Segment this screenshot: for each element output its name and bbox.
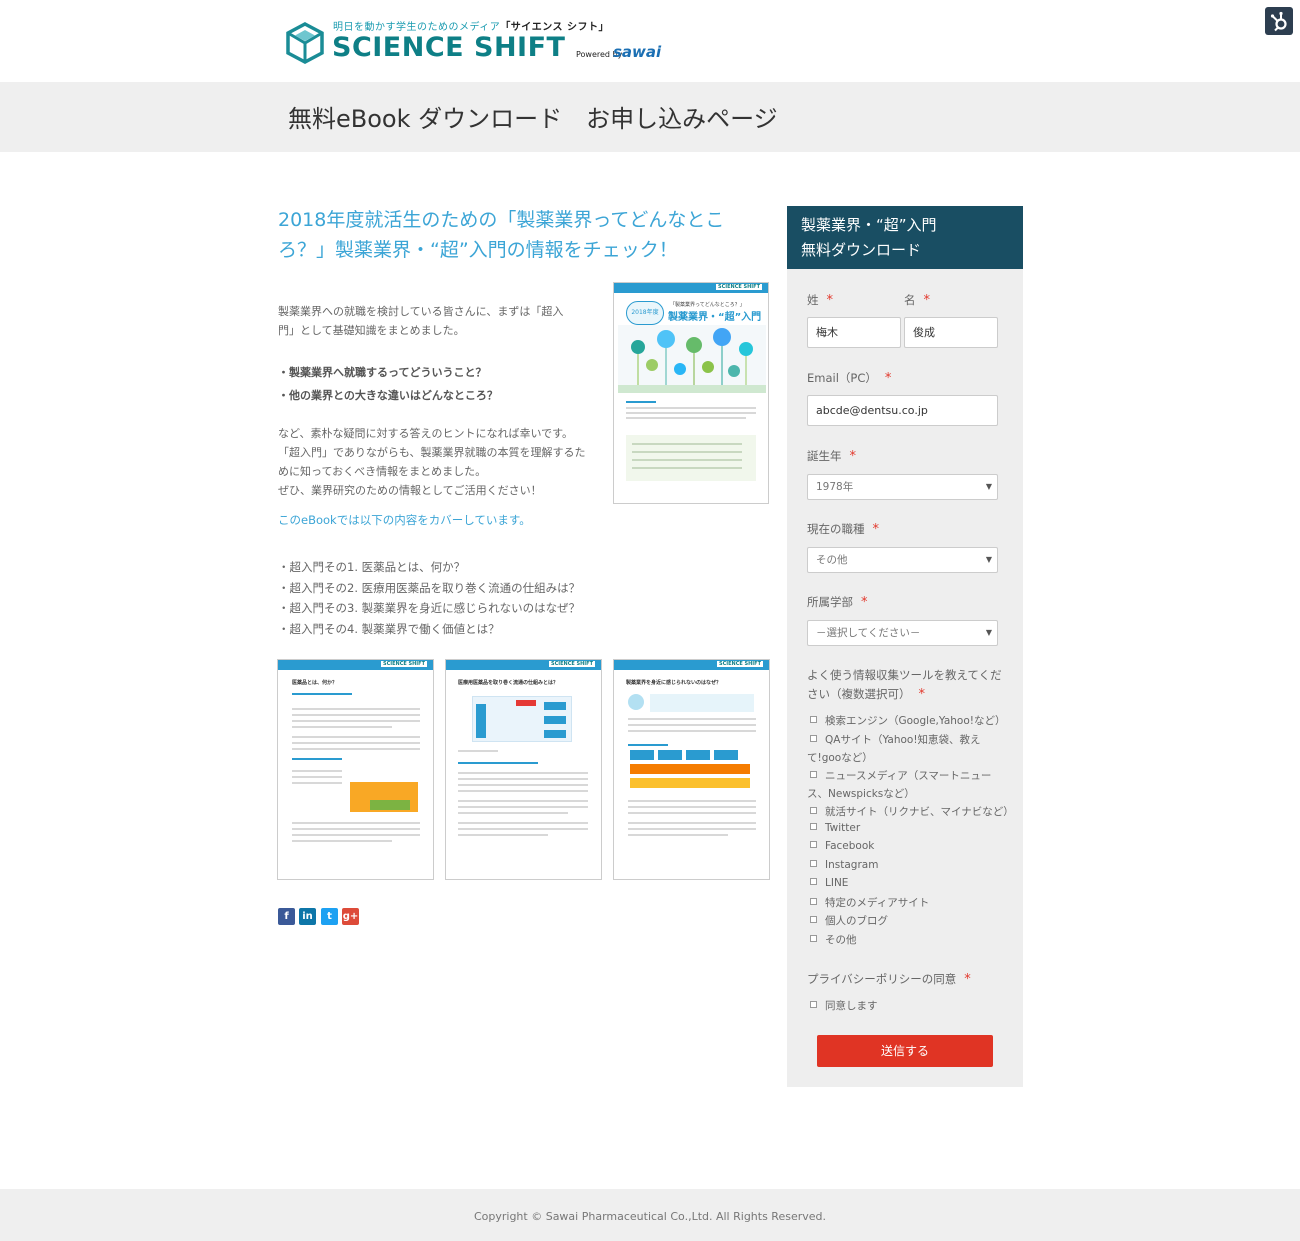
last-name-field[interactable]: 梅木: [807, 317, 901, 348]
site-footer: Copyright © Sawai Pharmaceutical Co.,Ltd…: [0, 1189, 1300, 1241]
cover-illustration: [618, 325, 766, 393]
tool-option[interactable]: Twitter: [810, 822, 860, 834]
logo-wordmark: SCIENCE SHIFT: [332, 32, 566, 63]
checkbox[interactable]: [810, 898, 817, 905]
googleplus-icon[interactable]: g+: [342, 908, 359, 925]
tool-option[interactable]: その他: [810, 932, 857, 947]
required-mark: *: [918, 687, 926, 702]
required-mark: *: [826, 293, 834, 308]
checkbox[interactable]: [810, 878, 817, 885]
birth-year-select[interactable]: 1978年 ▼: [807, 474, 998, 500]
faculty-select[interactable]: －選択してください－ ▼: [807, 620, 998, 646]
facebook-icon[interactable]: f: [278, 908, 295, 925]
cover-badge: 2018年度: [626, 301, 664, 325]
form-title-line1: 製薬業界・“超”入門: [801, 216, 937, 234]
tool-option[interactable]: LINE: [810, 877, 848, 889]
checkbox[interactable]: [810, 935, 817, 942]
copyright-text: Copyright © Sawai Pharmaceutical Co.,Ltd…: [473, 1210, 827, 1223]
thumb-logo: SCIENCE SHIFT: [716, 661, 763, 667]
thumb-heading: 医療用医薬品を取り巻く流通の仕組みとは？: [458, 680, 559, 686]
description-line: など、素朴な疑問に対する答えのヒントになれば幸いです。: [278, 427, 574, 440]
form-header: 製薬業界・“超”入門 無料ダウンロード: [787, 206, 1023, 269]
email-label: Email（PC） *: [807, 371, 892, 386]
checkbox[interactable]: [810, 807, 817, 814]
form-title-line2: 無料ダウンロード: [801, 241, 922, 259]
job-select[interactable]: その他 ▼: [807, 547, 998, 573]
checkbox[interactable]: [810, 716, 817, 723]
ebook-page-thumbnail: SCIENCE SHIFT 医薬品とは、何か？: [277, 659, 434, 880]
sprocket-icon[interactable]: [1265, 7, 1293, 35]
checkbox[interactable]: [810, 823, 817, 830]
question-item: ・他の業界との大きな違いはどんなところ？: [278, 389, 498, 402]
chapter-item: ・超入門その4. 製薬業界で働く価値とは？: [278, 621, 500, 636]
site-header: 明日を動かす学生のためのメディア「サイエンス シフト」 SCIENCE SHIF…: [0, 0, 1300, 82]
tool-option[interactable]: Facebook: [810, 840, 874, 852]
intro-text: 製薬業界への就職を検討している皆さんに、まずは「超入門」として基礎知識をまとめま…: [278, 305, 564, 337]
chevron-down-icon: ▼: [985, 555, 992, 564]
checkbox[interactable]: [810, 860, 817, 867]
first-name-label: 名 *: [904, 293, 931, 308]
job-label: 現在の職種 *: [807, 522, 880, 537]
thumb-logo: SCIENCE SHIFT: [715, 284, 762, 290]
page-banner: 無料eBook ダウンロード お申し込みページ: [0, 82, 1300, 152]
checkbox[interactable]: [810, 916, 817, 923]
tool-option[interactable]: 特定のメディアサイト: [810, 895, 929, 910]
birth-year-label: 誕生年 *: [807, 449, 857, 464]
chapter-item: ・超入門その1. 医薬品とは、何か？: [278, 560, 466, 574]
required-mark: *: [849, 449, 857, 464]
submit-button[interactable]: 送信する: [817, 1035, 993, 1067]
chevron-down-icon: ▼: [985, 628, 992, 637]
ebook-cover-image: SCIENCE SHIFT 2018年度 「製薬業界ってどんなところ？」 製薬業…: [613, 282, 769, 504]
description-line: 「超入門」でありながらも、製薬業界就職の本質を理解するために知っておくべき情報を…: [278, 446, 586, 478]
faculty-label: 所属学部 *: [807, 595, 868, 610]
question-item: ・製薬業界へ就職するってどういうこと？: [278, 366, 487, 379]
thumb-logo: SCIENCE SHIFT: [548, 661, 595, 667]
required-mark: *: [964, 972, 971, 987]
thumb-logo: SCIENCE SHIFT: [380, 661, 427, 667]
thumb-heading: 製薬業界を身近に感じられないのはなぜ？: [626, 680, 722, 686]
twitter-icon[interactable]: t: [321, 908, 338, 925]
checkbox[interactable]: [810, 735, 817, 742]
cover-subtitle: 「製薬業界ってどんなところ？」: [670, 302, 745, 308]
tool-option[interactable]: Instagram: [810, 859, 878, 871]
tool-option[interactable]: ニュースメディア（スマートニュース、Newspicksなど）: [807, 767, 1007, 803]
required-mark: *: [884, 371, 892, 386]
hexagon-cube-icon: [286, 22, 324, 64]
chapter-item: ・超入門その3. 製薬業界を身近に感じられないのはなぜ？: [278, 601, 581, 615]
privacy-label: プライバシーポリシーの同意 *: [807, 972, 971, 987]
checkbox[interactable]: [810, 771, 817, 778]
email-field[interactable]: abcde@dentsu.co.jp: [807, 395, 998, 426]
description-text: など、素朴な疑問に対する答えのヒントになれば幸いです。 「超入門」でありながらも…: [278, 424, 588, 500]
page-title: 無料eBook ダウンロード お申し込みページ: [288, 105, 778, 133]
tool-option[interactable]: 検索エンジン（Google,Yahoo!など）: [810, 713, 1005, 728]
description-line: ぜひ、業界研究のための情報としてご活用ください！: [278, 484, 542, 497]
tool-option[interactable]: 就活サイト（リクナビ、マイナビなど）: [810, 804, 1014, 819]
cover-title: 製薬業界・“超”入門: [668, 312, 762, 323]
tool-option[interactable]: QAサイト（Yahoo!知恵袋、教えて!gooなど）: [807, 731, 1007, 767]
last-name-label: 姓 *: [807, 293, 834, 308]
logo-tagline: 明日を動かす学生のためのメディア「サイエンス シフト」: [333, 22, 609, 33]
question-list: ・製薬業界へ就職するってどういうこと？ ・他の業界との大きな違いはどんなところ？: [278, 361, 498, 407]
ebook-page-thumbnail: SCIENCE SHIFT 製薬業界を身近に感じられないのはなぜ？: [613, 659, 770, 880]
required-mark: *: [923, 293, 931, 308]
chevron-down-icon: ▼: [985, 482, 992, 491]
download-form: 製薬業界・“超”入門 無料ダウンロード 姓 * 名 * 梅木 俊成 Email（PC…: [787, 206, 1023, 1087]
checkbox[interactable]: [810, 1001, 817, 1008]
ebook-page-thumbnail: SCIENCE SHIFT 医療用医薬品を取り巻く流通の仕組みとは？: [445, 659, 602, 880]
tool-option[interactable]: 個人のブログ: [810, 913, 888, 928]
required-mark: *: [872, 522, 880, 537]
chapter-item: ・超入門その2. 医療用医薬品を取り巻く流通の仕組みは？: [278, 580, 581, 595]
site-logo[interactable]: 明日を動かす学生のためのメディア「サイエンス シフト」 SCIENCE SHIF…: [286, 18, 666, 68]
tools-label: よく使う情報収集ツールを教えてください（複数選択可） *: [807, 668, 1002, 702]
checkbox[interactable]: [810, 841, 817, 848]
cover-note: このeBookでは以下の内容をカバーしています。: [278, 513, 531, 527]
content-title: 2018年度就活生のための「製薬業界ってどんなところ？」製薬業界・“超”入門の情…: [278, 209, 725, 261]
sawai-brand: sawai: [613, 43, 662, 61]
privacy-consent-option[interactable]: 同意します: [810, 998, 878, 1013]
required-mark: *: [861, 595, 868, 610]
first-name-field[interactable]: 俊成: [904, 317, 998, 348]
thumb-heading: 医薬品とは、何か？: [292, 680, 338, 686]
linkedin-icon[interactable]: in: [299, 908, 316, 925]
chapter-list: ・超入門その1. 医薬品とは、何か？ ・超入門その2. 医療用医薬品を取り巻く流…: [278, 557, 580, 639]
